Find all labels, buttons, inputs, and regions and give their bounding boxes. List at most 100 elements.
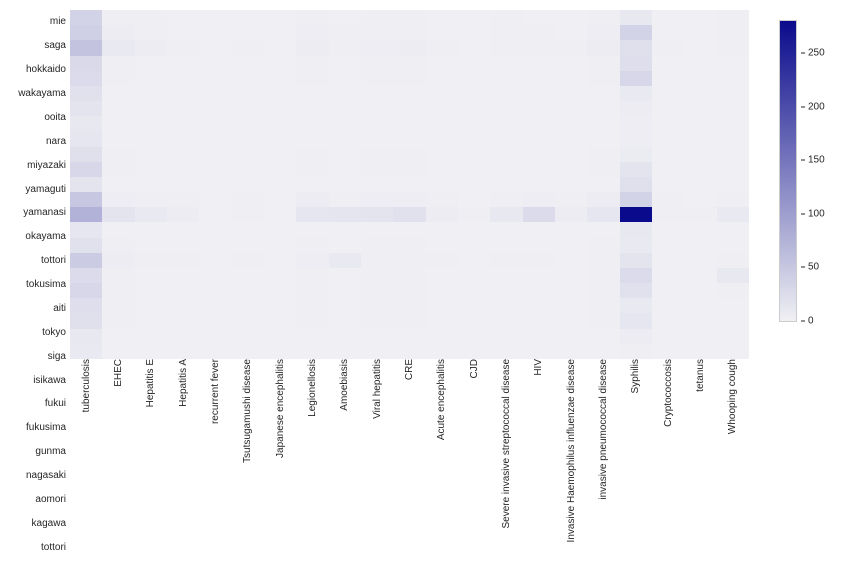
heatmap-cell [684, 298, 716, 313]
x-axis-labels: tuberculosisEHECHepatitis EHepatitis Are… [70, 359, 749, 559]
y-tick-label: fukui [45, 392, 66, 416]
heatmap-cell [555, 207, 587, 222]
heatmap-cell [329, 162, 361, 177]
heatmap-cell [555, 131, 587, 146]
heatmap-cell [232, 268, 264, 283]
heatmap-cell [102, 207, 134, 222]
heatmap-cell [620, 162, 652, 177]
heatmap-cell [102, 298, 134, 313]
heatmap-cell [232, 313, 264, 328]
heatmap-cell [329, 177, 361, 192]
heatmap-cell [232, 10, 264, 25]
heatmap-cell [199, 222, 231, 237]
heatmap-cell [717, 40, 749, 55]
heatmap-cell [652, 253, 684, 268]
colorbar [779, 20, 797, 322]
x-tick-label: Japanese encephalitis [264, 359, 296, 559]
y-tick-label: saga [44, 34, 66, 58]
heatmap-cell [717, 162, 749, 177]
colorbar-tick: 50 [801, 262, 819, 273]
heatmap-cell [264, 40, 296, 55]
heatmap-cell [523, 40, 555, 55]
heatmap-cell [458, 162, 490, 177]
heatmap-cell [458, 192, 490, 207]
heatmap-cell [361, 329, 393, 344]
heatmap-cell [167, 101, 199, 116]
heatmap-cell [199, 268, 231, 283]
heatmap-cell [232, 207, 264, 222]
heatmap-cell [587, 40, 619, 55]
heatmap-cell [102, 10, 134, 25]
heatmap-cell [167, 10, 199, 25]
heatmap-cell [393, 56, 425, 71]
heatmap-cell [361, 177, 393, 192]
heatmap-cell [426, 313, 458, 328]
heatmap-cell [264, 10, 296, 25]
heatmap-cell [652, 86, 684, 101]
heatmap-grid [70, 10, 749, 359]
heatmap-cell [490, 86, 522, 101]
heatmap-cell [329, 147, 361, 162]
y-tick-label: yamaguti [25, 177, 66, 201]
heatmap-cell [329, 238, 361, 253]
heatmap-cell [717, 56, 749, 71]
heatmap-cell [232, 177, 264, 192]
heatmap-cell [102, 238, 134, 253]
heatmap-cell [102, 222, 134, 237]
heatmap-cell [232, 71, 264, 86]
heatmap-cell [135, 71, 167, 86]
heatmap-cell [458, 86, 490, 101]
heatmap-cell [717, 268, 749, 283]
heatmap-cell [587, 177, 619, 192]
heatmap-cell [135, 162, 167, 177]
heatmap-cell [296, 222, 328, 237]
heatmap-cell [199, 344, 231, 359]
heatmap-chart: miesagahokkaidowakayamaooitanaramiyazaki… [10, 10, 839, 559]
heatmap-cell [296, 56, 328, 71]
heatmap-cell [102, 101, 134, 116]
heatmap-cell [587, 207, 619, 222]
heatmap-cell [490, 222, 522, 237]
heatmap-cell [264, 344, 296, 359]
heatmap-cell [296, 147, 328, 162]
heatmap-cell [102, 147, 134, 162]
heatmap-cell [426, 207, 458, 222]
heatmap-cell [264, 283, 296, 298]
heatmap-cell [620, 344, 652, 359]
heatmap-cell [523, 162, 555, 177]
heatmap-cell [523, 253, 555, 268]
heatmap-cell [135, 283, 167, 298]
heatmap-cell [717, 313, 749, 328]
heatmap-body: miesagahokkaidowakayamaooitanaramiyazaki… [10, 10, 749, 559]
heatmap-cell [587, 56, 619, 71]
heatmap-cell [135, 147, 167, 162]
heatmap-cell [426, 10, 458, 25]
y-tick-label: mie [50, 10, 66, 34]
heatmap-cell [652, 101, 684, 116]
heatmap-cell [426, 56, 458, 71]
heatmap-cell [652, 329, 684, 344]
heatmap-cell [717, 329, 749, 344]
heatmap-cell [555, 116, 587, 131]
heatmap-cell [70, 298, 102, 313]
heatmap-cell [264, 329, 296, 344]
heatmap-cell [684, 177, 716, 192]
heatmap-cell [264, 162, 296, 177]
heatmap-cell [490, 40, 522, 55]
heatmap-cell [652, 192, 684, 207]
heatmap-cell [329, 192, 361, 207]
heatmap-cell [458, 56, 490, 71]
heatmap-cell [264, 238, 296, 253]
heatmap-cell [264, 131, 296, 146]
heatmap-cell [555, 313, 587, 328]
heatmap-cell [490, 101, 522, 116]
heatmap-cell [102, 329, 134, 344]
colorbar-tick: 150 [801, 155, 825, 166]
heatmap-cell [135, 344, 167, 359]
heatmap-cell [523, 222, 555, 237]
heatmap-cell [490, 147, 522, 162]
heatmap-cell [361, 71, 393, 86]
heatmap-cell [426, 162, 458, 177]
heatmap-cell [717, 238, 749, 253]
heatmap-cell [717, 222, 749, 237]
